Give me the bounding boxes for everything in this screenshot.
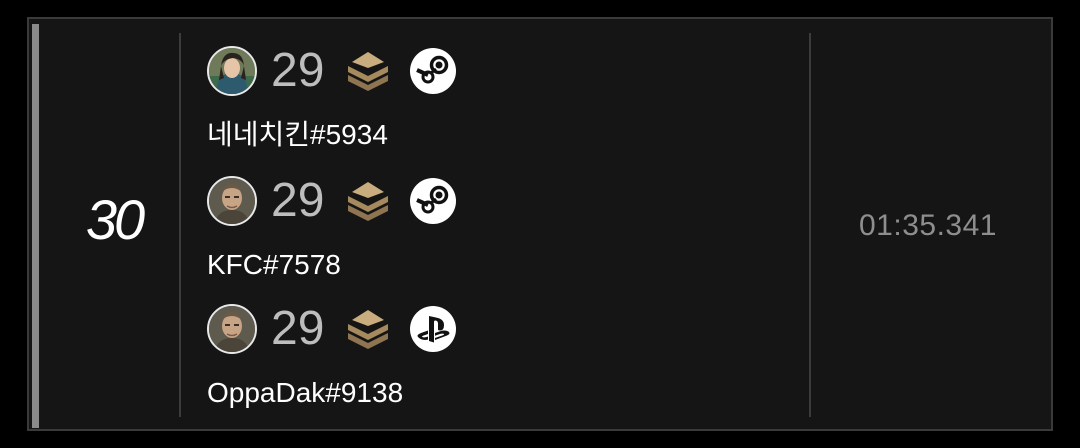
column-divider bbox=[179, 33, 181, 417]
player-name[interactable]: 네네치킨#5934 bbox=[207, 119, 388, 151]
player-name[interactable]: KFC#7578 bbox=[207, 249, 341, 281]
player-name[interactable]: OppaDak#9138 bbox=[207, 377, 403, 409]
player-level: 29 bbox=[271, 302, 325, 355]
player-level: 29 bbox=[271, 174, 325, 227]
player-level: 29 bbox=[271, 44, 325, 97]
finish-time: 01:35.341 bbox=[859, 209, 997, 242]
player-avatar[interactable] bbox=[207, 46, 257, 96]
player-row: 29 KFC#7578 bbox=[207, 173, 767, 293]
player-row: 29 네네치킨#5934 bbox=[207, 43, 767, 163]
column-divider bbox=[809, 33, 811, 417]
rank-badge-icon bbox=[344, 180, 392, 222]
steam-icon bbox=[410, 48, 457, 94]
playstation-icon bbox=[410, 306, 457, 352]
player-avatar[interactable] bbox=[207, 176, 257, 226]
player-row: 29 OppaDak#9138 bbox=[207, 301, 767, 421]
player-avatar[interactable] bbox=[207, 304, 257, 354]
rank-badge-icon bbox=[344, 308, 392, 350]
rank-badge-icon bbox=[344, 50, 392, 92]
rank-accent-bar bbox=[32, 24, 39, 428]
leaderboard-entry: 30 29 네네치킨#5934 29 KFC#7578 29 OppaDak#9… bbox=[27, 17, 1053, 431]
steam-icon bbox=[410, 178, 457, 224]
rank-number: 30 bbox=[85, 188, 145, 251]
